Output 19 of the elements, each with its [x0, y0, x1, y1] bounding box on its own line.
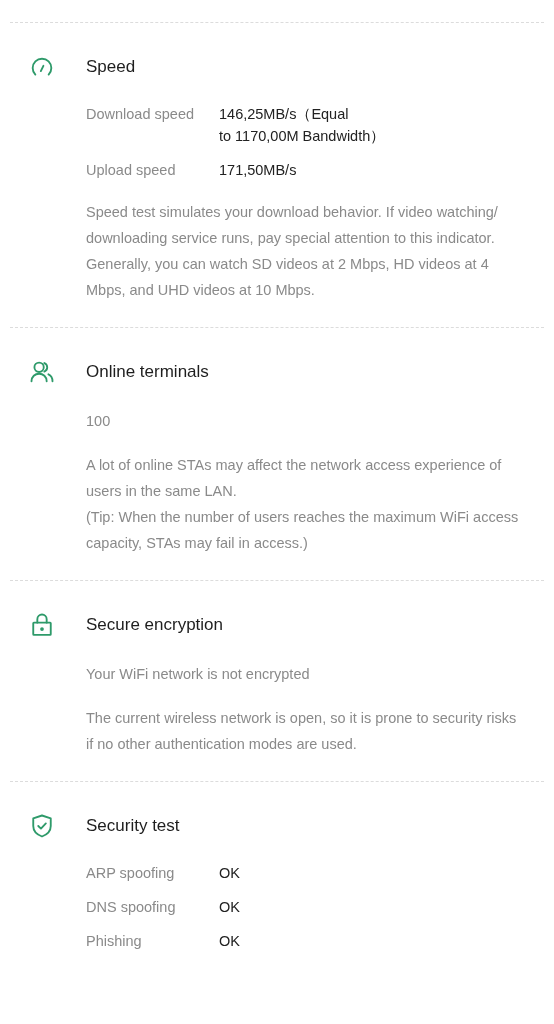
description-text: Speed test simulates your download behavior. If video watching/ downloading service runs, pay special attention to this indicator. Generally, you can watch SD videos at 2 Mbps, HD videos at 4 Mbps, and UHD videos at 10 Mbps.	[86, 203, 499, 300]
description-text: A lot of online STAs may affect the network access experience of users in the same LAN. (Tip: When the number of users reaches the maximum WiFi access capacity, STAs may fail in access.)	[86, 456, 520, 553]
field-value: 146,25MB/s（Equal to 1170,00M Bandwidth）	[219, 105, 386, 146]
field-label: ARP spoofing	[86, 864, 176, 883]
field-value: OK	[219, 932, 240, 951]
section-title: Online terminals	[86, 361, 209, 383]
field-value: 171,50MB/s	[219, 161, 297, 180]
field-value: OK	[219, 898, 240, 917]
description-text: 100	[86, 412, 112, 431]
section-title: Security test	[86, 815, 180, 837]
description-text: The current wireless network is open, so it is prone to security risks if no other authentication modes are used.	[86, 709, 518, 754]
description-text: Your WiFi network is not encrypted	[86, 665, 311, 684]
field-value: OK	[219, 864, 240, 883]
field-label: DNS spoofing	[86, 898, 177, 917]
section-title: Secure encryption	[86, 614, 224, 636]
section-title: Speed	[86, 56, 136, 78]
field-label: Phishing	[86, 932, 143, 951]
field-label: Upload speed	[86, 161, 177, 180]
field-label: Download speed	[86, 105, 196, 124]
